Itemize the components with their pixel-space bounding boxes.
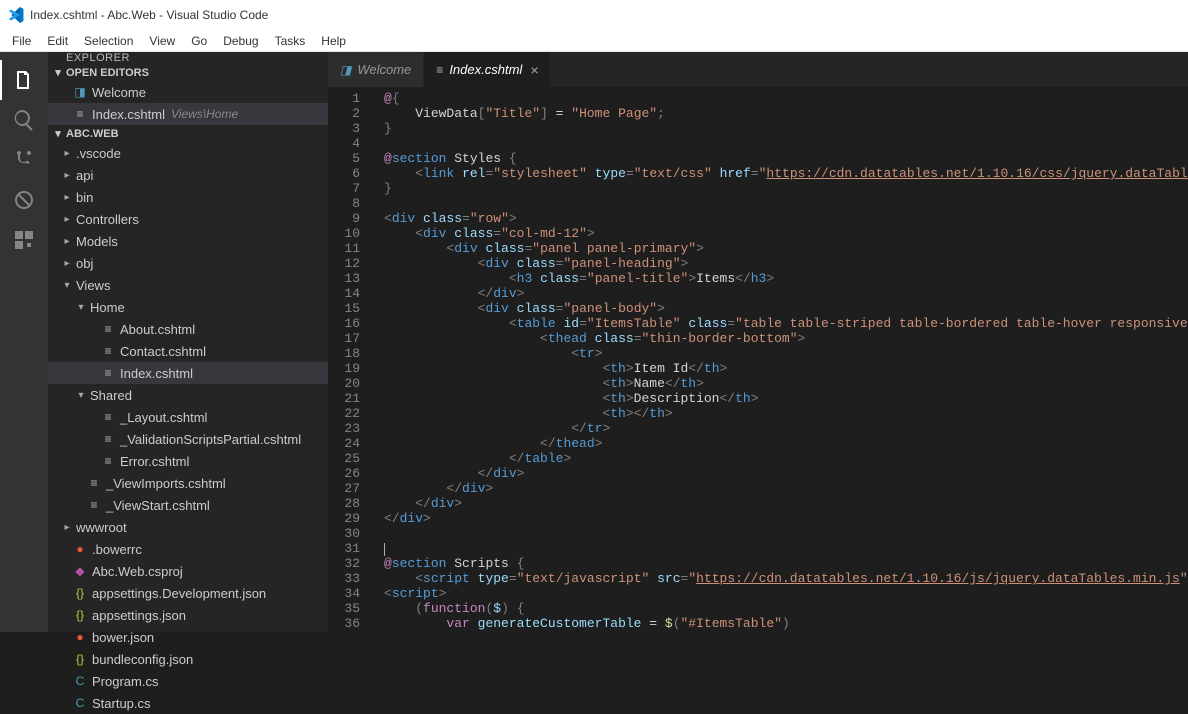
tree-arrow-icon: ▾ xyxy=(76,390,86,401)
file-tree-item[interactable]: ●bower.json xyxy=(48,626,328,648)
cs-icon: C xyxy=(72,674,88,688)
editor-tab[interactable]: ≡Index.cshtml× xyxy=(424,52,551,87)
window-titlebar: Index.cshtml - Abc.Web - Visual Studio C… xyxy=(0,0,1188,30)
tree-arrow-icon: ▸ xyxy=(62,522,72,533)
editor-area: ◨Welcome≡Index.cshtml× 12345678910111213… xyxy=(328,52,1188,632)
code-editor[interactable]: 1234567891011121314151617181920212223242… xyxy=(328,87,1188,632)
activity-debug-icon[interactable] xyxy=(0,180,48,220)
menu-go[interactable]: Go xyxy=(183,34,215,48)
json-icon: {} xyxy=(72,652,88,666)
file-tree-item[interactable]: ≡Error.cshtml xyxy=(48,450,328,472)
json-icon: {} xyxy=(72,586,88,600)
close-icon[interactable]: × xyxy=(530,62,538,78)
line-number-gutter: 1234567891011121314151617181920212223242… xyxy=(328,87,378,632)
activity-bar xyxy=(0,52,48,632)
razor-icon: ≡ xyxy=(100,432,116,446)
tree-arrow-icon: ▾ xyxy=(76,302,86,313)
file-tree-item[interactable]: ≡_ValidationScriptsPartial.cshtml xyxy=(48,428,328,450)
vscode-icon xyxy=(8,7,24,23)
file-tree-item[interactable]: ▸Controllers xyxy=(48,208,328,230)
file-tree-item[interactable]: ≡About.cshtml xyxy=(48,318,328,340)
file-tree-item[interactable]: ◆Abc.Web.csproj xyxy=(48,560,328,582)
menu-selection[interactable]: Selection xyxy=(76,34,141,48)
razor-icon: ≡ xyxy=(86,476,102,490)
file-tree-item[interactable]: ▾Shared xyxy=(48,384,328,406)
file-tree-item[interactable]: CProgram.cs xyxy=(48,670,328,692)
menu-tasks[interactable]: Tasks xyxy=(267,34,314,48)
json-icon: {} xyxy=(72,608,88,622)
csproj-icon: ◆ xyxy=(72,564,88,578)
tree-arrow-icon: ▸ xyxy=(62,148,72,159)
menu-debug[interactable]: Debug xyxy=(215,34,266,48)
vs-icon: ◨ xyxy=(72,85,88,99)
file-tree-item[interactable]: ≡_Layout.cshtml xyxy=(48,406,328,428)
menu-file[interactable]: File xyxy=(4,34,39,48)
sidebar-title: EXPLORER xyxy=(48,52,328,64)
project-header[interactable]: ▾ ABC.WEB xyxy=(48,125,328,142)
file-tree-item[interactable]: ▸.vscode xyxy=(48,142,328,164)
activity-extensions-icon[interactable] xyxy=(0,220,48,260)
menu-view[interactable]: View xyxy=(141,34,183,48)
file-tree-item[interactable]: ▸obj xyxy=(48,252,328,274)
file-tree-item[interactable]: {}bundleconfig.json xyxy=(48,648,328,670)
file-tree-item[interactable]: ≡Contact.cshtml xyxy=(48,340,328,362)
razor-icon: ≡ xyxy=(100,410,116,424)
tree-arrow-icon: ▸ xyxy=(62,214,72,225)
open-editor-item[interactable]: ◨Welcome xyxy=(48,81,328,103)
menu-bar: FileEditSelectionViewGoDebugTasksHelp xyxy=(0,30,1188,52)
chevron-down-icon: ▾ xyxy=(52,66,64,79)
file-tree-item[interactable]: ≡Index.cshtml xyxy=(48,362,328,384)
file-tree-item[interactable]: ▾Views xyxy=(48,274,328,296)
file-tree-item[interactable]: {}appsettings.json xyxy=(48,604,328,626)
sidebar: EXPLORER ▾ OPEN EDITORS ◨Welcome≡Index.c… xyxy=(48,52,328,632)
tree-arrow-icon: ▾ xyxy=(62,280,72,291)
tree-arrow-icon: ▸ xyxy=(62,170,72,181)
window-title: Index.cshtml - Abc.Web - Visual Studio C… xyxy=(30,8,268,22)
file-tree-item[interactable]: ▸api xyxy=(48,164,328,186)
menu-help[interactable]: Help xyxy=(313,34,354,48)
file-tree-item[interactable]: ▸Models xyxy=(48,230,328,252)
activity-explorer-icon[interactable] xyxy=(0,60,48,100)
file-tree-item[interactable]: {}appsettings.Development.json xyxy=(48,582,328,604)
tree-arrow-icon: ▸ xyxy=(62,236,72,247)
activity-sourcecontrol-icon[interactable] xyxy=(0,140,48,180)
file-tree-item[interactable]: ●.bowerrc xyxy=(48,538,328,560)
activity-search-icon[interactable] xyxy=(0,100,48,140)
editor-tab[interactable]: ◨Welcome xyxy=(328,52,424,87)
tree-arrow-icon: ▸ xyxy=(62,258,72,269)
razor-icon: ≡ xyxy=(100,366,116,380)
razor-icon: ≡ xyxy=(100,322,116,336)
code-content[interactable]: @{ ViewData["Title"] = "Home Page";} @se… xyxy=(378,87,1188,632)
razor-icon: ≡ xyxy=(86,498,102,512)
cs-icon: C xyxy=(72,696,88,710)
tree-arrow-icon: ▸ xyxy=(62,192,72,203)
editor-tabs: ◨Welcome≡Index.cshtml× xyxy=(328,52,1188,87)
razor-icon: ≡ xyxy=(100,454,116,468)
file-tree-item[interactable]: ▸bin xyxy=(48,186,328,208)
file-tree-item[interactable]: ≡_ViewImports.cshtml xyxy=(48,472,328,494)
bower-icon: ● xyxy=(72,542,88,556)
file-tree-item[interactable]: ▾Home xyxy=(48,296,328,318)
razor-icon: ≡ xyxy=(72,107,88,121)
file-tree-item[interactable]: ▸wwwroot xyxy=(48,516,328,538)
razor-icon: ≡ xyxy=(100,344,116,358)
open-editor-item[interactable]: ≡Index.cshtmlViews\Home xyxy=(48,103,328,125)
open-editors-header[interactable]: ▾ OPEN EDITORS xyxy=(48,64,328,81)
vs-icon: ◨ xyxy=(340,63,351,77)
razor-icon: ≡ xyxy=(436,63,443,77)
chevron-down-icon: ▾ xyxy=(52,127,64,140)
bower-icon: ● xyxy=(72,630,88,644)
menu-edit[interactable]: Edit xyxy=(39,34,76,48)
file-tree-item[interactable]: CStartup.cs xyxy=(48,692,328,714)
file-tree-item[interactable]: ≡_ViewStart.cshtml xyxy=(48,494,328,516)
